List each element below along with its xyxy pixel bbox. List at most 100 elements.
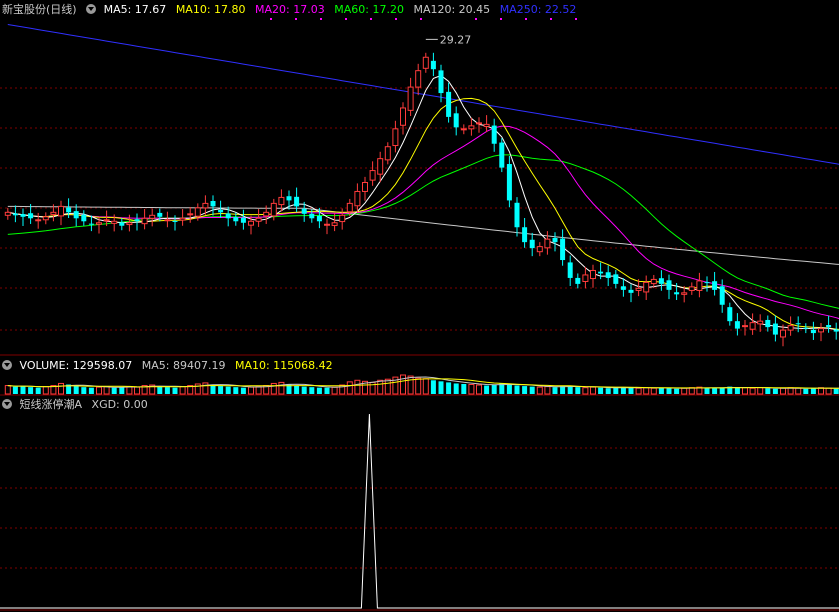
volume-bar <box>560 386 566 394</box>
candle-body <box>681 292 688 295</box>
volume-bar <box>780 387 786 395</box>
volume-bar <box>491 384 497 394</box>
candle-body <box>742 325 748 328</box>
volume-bar <box>613 387 619 394</box>
candle-body <box>575 277 581 284</box>
candle-body <box>81 214 87 222</box>
candle-body <box>400 107 406 126</box>
volume-bar <box>346 381 353 395</box>
kline-chart[interactable]: 29.27 <box>0 0 839 612</box>
volume-bar <box>468 384 475 395</box>
candle-body <box>12 213 18 216</box>
volume-bar <box>4 385 11 395</box>
candle-body <box>194 207 201 217</box>
candle-body <box>210 200 216 207</box>
volume-bar <box>354 379 361 395</box>
candle-body <box>628 289 634 293</box>
candle-body <box>149 214 156 219</box>
candle-body <box>119 222 125 226</box>
candle-body <box>187 213 194 216</box>
volume-bar <box>749 387 756 395</box>
candle-body <box>818 328 824 333</box>
volume-bar <box>301 386 307 394</box>
signal-dot <box>575 18 577 20</box>
candle-body <box>712 281 718 290</box>
volume-bar <box>73 386 79 394</box>
volume-bar <box>103 386 110 395</box>
candle-body <box>126 222 133 226</box>
volume-bar <box>620 387 626 394</box>
candle-body <box>73 211 79 219</box>
volume-bar <box>628 387 634 394</box>
volume-bar <box>643 387 650 395</box>
candle-body <box>392 128 399 147</box>
volume-bar <box>248 386 254 395</box>
volume-bar <box>590 386 596 395</box>
volume-bar <box>28 387 34 394</box>
candle-body <box>529 239 535 249</box>
volume-bar <box>476 384 482 395</box>
volume-bar <box>172 387 178 394</box>
candle-body <box>446 91 452 117</box>
volume-bar <box>803 388 809 394</box>
volume-bar <box>111 387 117 394</box>
signal-dot <box>295 18 297 20</box>
indicator-line <box>0 413 839 609</box>
candle-body <box>734 321 740 329</box>
candle-body <box>354 190 361 207</box>
volume-bar <box>712 388 718 394</box>
candle-body <box>598 271 604 274</box>
signal-dot <box>500 18 502 20</box>
signal-dot <box>370 18 372 20</box>
candle-body <box>278 196 285 206</box>
volume-bar <box>605 388 611 394</box>
candle-body <box>757 320 764 325</box>
candle-body <box>491 125 497 144</box>
candles <box>4 52 839 347</box>
candle-body <box>20 214 26 217</box>
candle-body <box>225 213 231 219</box>
candle-body <box>787 325 794 331</box>
candle-body <box>468 125 475 130</box>
candle-body <box>772 323 778 335</box>
volume-bar <box>58 382 64 395</box>
candle-body <box>438 70 444 94</box>
candle-body <box>248 220 254 226</box>
candle-body <box>552 237 558 243</box>
volume-bar <box>461 383 467 394</box>
candle-body <box>407 86 414 111</box>
candle-body <box>430 60 436 70</box>
candle-body <box>35 219 42 222</box>
candle-body <box>202 202 209 209</box>
candle-body <box>536 246 543 253</box>
candle-body <box>141 217 148 225</box>
volume-bar <box>422 378 429 395</box>
volume-bar <box>278 381 285 395</box>
volume-bar <box>157 386 163 394</box>
candle-body <box>483 123 490 127</box>
candle-body <box>765 319 771 328</box>
candle-body <box>719 286 725 305</box>
candle-body <box>96 222 102 225</box>
candle-body <box>240 217 246 223</box>
volume-bar <box>552 387 558 394</box>
volume-bar <box>666 388 672 394</box>
candle-body <box>590 269 596 280</box>
volume-bar <box>719 387 725 394</box>
candle-body <box>4 211 11 216</box>
candle-body <box>218 209 224 213</box>
volume-bar <box>240 387 246 394</box>
volume-bar <box>270 382 277 395</box>
volume-bar <box>20 386 26 394</box>
volume-bar <box>134 386 140 395</box>
candle-body <box>582 274 589 283</box>
candle-body <box>704 282 710 284</box>
volume-bar <box>742 387 748 395</box>
candle-body <box>377 158 384 175</box>
candle-body <box>422 56 429 69</box>
candle-body <box>453 113 459 128</box>
candle-body <box>58 205 64 217</box>
volume-bar <box>316 387 322 394</box>
candle-body <box>514 202 520 228</box>
volume-bar <box>35 387 41 394</box>
